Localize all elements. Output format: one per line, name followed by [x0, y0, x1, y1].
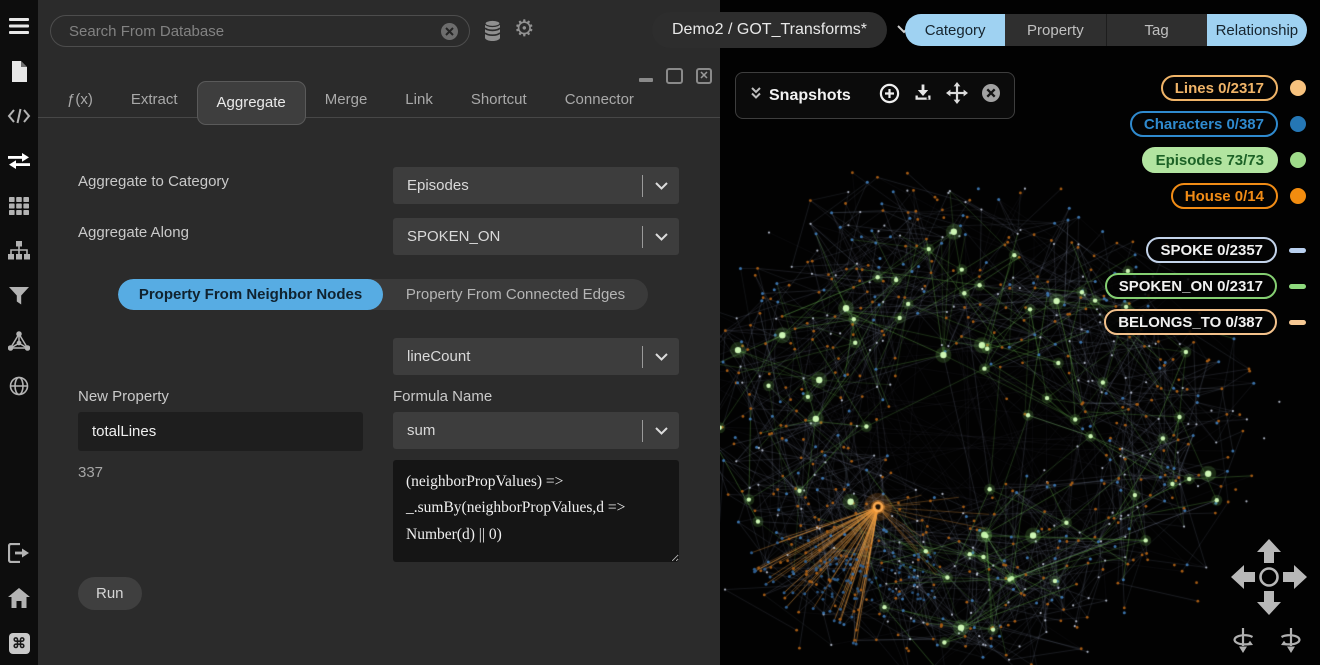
snapshots-title: Snapshots [769, 87, 851, 105]
episodes-color-dot[interactable] [1290, 152, 1306, 168]
chevron-down-icon [643, 353, 679, 361]
legend-pill-belongs-to[interactable]: BELONGS_TO 0/387 [1104, 309, 1277, 335]
legend-pill-house[interactable]: House 0/14 [1171, 183, 1278, 209]
tab-category[interactable]: Category [905, 14, 1005, 46]
tab-connector[interactable]: Connector [546, 82, 653, 118]
hierarchy-icon[interactable] [7, 239, 31, 263]
new-property-input[interactable] [78, 412, 363, 451]
lines-color-dot[interactable] [1290, 80, 1306, 96]
legend-pill-spoke[interactable]: SPOKE 0/2357 [1146, 237, 1277, 263]
globe-icon[interactable] [7, 374, 31, 398]
filter-icon[interactable] [7, 284, 31, 308]
legend-row: Episodes 73/73 [1142, 147, 1306, 173]
rotate-right-icon[interactable] [1275, 624, 1307, 656]
pan-down-arrow[interactable] [1257, 591, 1281, 615]
aggregate-to-category-value: Episodes [393, 177, 642, 194]
chevron-down-icon [643, 427, 679, 435]
run-button[interactable]: Run [78, 577, 142, 610]
pan-left-arrow[interactable] [1231, 565, 1255, 589]
legend-pill-spoken-on[interactable]: SPOKEN_ON 0/2317 [1105, 273, 1277, 299]
legend-pill-lines[interactable]: Lines 0/2317 [1161, 75, 1278, 101]
workspace-selector[interactable]: Demo2 / GOT_Transforms* [652, 12, 911, 48]
formula-code-editor[interactable]: (neighborPropValues) => _.sumBy(neighbor… [393, 460, 679, 562]
house-color-dot[interactable] [1290, 188, 1306, 204]
result-count: 337 [78, 464, 103, 481]
legend-row: House 0/14 [1171, 183, 1306, 209]
graph-legend: Lines 0/2317 Characters 0/387 Episodes 7… [1104, 75, 1306, 335]
aggregate-along-label: Aggregate Along [78, 224, 189, 241]
property-from-neighbor-nodes-button[interactable]: Property From Neighbor Nodes [118, 279, 383, 310]
pan-up-arrow[interactable] [1257, 539, 1281, 563]
menu-icon[interactable] [7, 14, 31, 38]
home-icon[interactable] [7, 586, 31, 610]
legend-pill-episodes[interactable]: Episodes 73/73 [1142, 147, 1278, 173]
code-icon[interactable] [7, 104, 31, 128]
close-panel-icon[interactable] [981, 83, 1001, 108]
characters-color-dot[interactable] [1290, 116, 1306, 132]
transform-panel: ⚙ ✕ ƒ(x) Extract Aggregate Merge Link Sh… [38, 0, 720, 665]
gear-icon[interactable]: ⚙ [514, 15, 535, 42]
database-icon[interactable] [482, 19, 503, 47]
tab-aggregate[interactable]: Aggregate [197, 81, 306, 125]
icon-rail: ⌘ [0, 0, 38, 665]
formula-name-label: Formula Name [393, 388, 492, 405]
transform-tabs: ƒ(x) Extract Aggregate Merge Link Shortc… [38, 82, 720, 118]
belongs-to-color-dash[interactable] [1289, 320, 1306, 325]
add-snapshot-icon[interactable] [879, 83, 900, 109]
tab-relationship[interactable]: Relationship [1207, 14, 1307, 46]
snapshots-panel: Snapshots [735, 72, 1015, 119]
pan-center-circle[interactable] [1261, 569, 1278, 586]
tab-merge[interactable]: Merge [306, 82, 387, 118]
legend-row: SPOKEN_ON 0/2317 [1105, 273, 1306, 299]
tab-property[interactable]: Property [1005, 14, 1105, 46]
spoken-on-color-dash[interactable] [1289, 284, 1306, 289]
document-icon[interactable] [7, 59, 31, 83]
tab-extract[interactable]: Extract [112, 82, 197, 118]
workspace-title: Demo2 / GOT_Transforms* [652, 12, 887, 48]
tab-fx[interactable]: ƒ(x) [48, 82, 112, 118]
property-value: lineCount [393, 348, 642, 365]
search-input[interactable] [51, 23, 441, 40]
new-property-label: New Property [78, 388, 169, 405]
aggregate-along-value: SPOKEN_ON [393, 228, 642, 245]
command-icon[interactable]: ⌘ [7, 631, 31, 655]
tab-link[interactable]: Link [386, 82, 452, 118]
download-snapshot-icon[interactable] [913, 83, 933, 108]
legend-row: BELONGS_TO 0/387 [1104, 309, 1306, 335]
view-tabs: Category Property Tag Relationship [905, 14, 1307, 46]
property-source-toggle: Property From Neighbor Nodes Property Fr… [118, 279, 648, 310]
pan-controls [1229, 537, 1309, 622]
aggregate-to-category-select[interactable]: Episodes [393, 167, 679, 204]
clear-search-icon[interactable] [441, 23, 458, 40]
chevron-down-icon [643, 182, 679, 190]
rotate-controls [1227, 624, 1307, 656]
legend-row: Characters 0/387 [1130, 111, 1306, 137]
table-icon[interactable] [7, 194, 31, 218]
aggregate-along-select[interactable]: SPOKEN_ON [393, 218, 679, 255]
aggregate-to-category-label: Aggregate to Category [78, 173, 229, 190]
search-bar [50, 15, 470, 47]
legend-pill-characters[interactable]: Characters 0/387 [1130, 111, 1278, 137]
graphxr-app: ⌘ ⚙ ✕ ƒ(x) Extract Aggregate Merge Link … [0, 0, 1320, 665]
transforms-icon[interactable] [7, 149, 31, 173]
legend-row: SPOKE 0/2357 [1146, 237, 1306, 263]
pan-right-arrow[interactable] [1283, 565, 1307, 589]
network-icon[interactable] [7, 329, 31, 353]
formula-name-select[interactable]: sum [393, 412, 679, 449]
legend-row: Lines 0/2317 [1161, 75, 1306, 101]
move-panel-icon[interactable] [946, 82, 968, 109]
formula-name-value: sum [393, 422, 642, 439]
property-select[interactable]: lineCount [393, 338, 679, 375]
rotate-left-icon[interactable] [1227, 624, 1259, 656]
tab-tag[interactable]: Tag [1106, 14, 1207, 46]
spoke-color-dash[interactable] [1289, 248, 1306, 253]
property-from-connected-edges-button[interactable]: Property From Connected Edges [383, 279, 648, 310]
chevron-down-icon [643, 233, 679, 241]
exit-icon[interactable] [7, 541, 31, 565]
tab-shortcut[interactable]: Shortcut [452, 82, 546, 118]
double-chevron-icon[interactable] [749, 86, 763, 105]
